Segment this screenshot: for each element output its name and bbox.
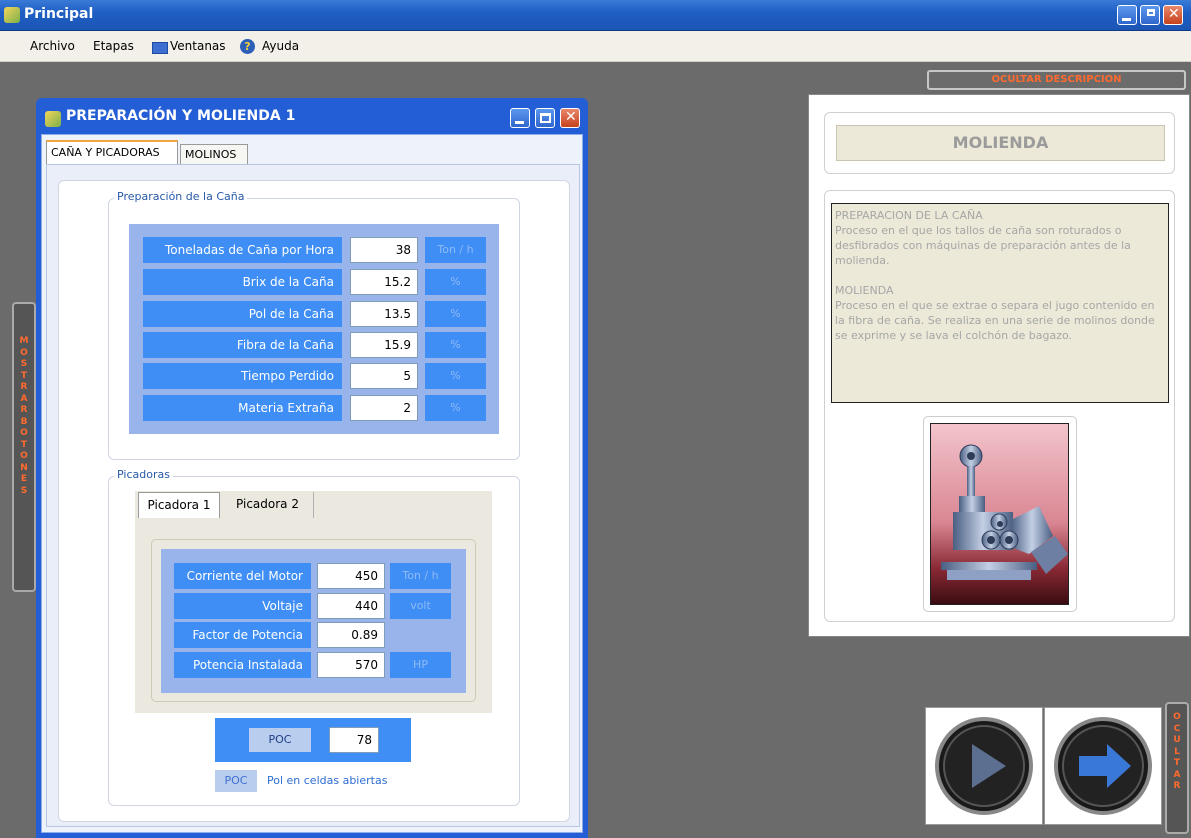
potencia-input[interactable]: 570 [317,652,385,678]
restore-icon [1147,9,1155,16]
poc-legend-tag: POC [215,770,257,792]
tiempo-unit: % [425,363,486,389]
materia-input[interactable]: 2 [350,395,418,421]
row-materia-label: Materia Extraña [143,395,342,421]
window-title: PREPARACIÓN Y MOLIENDA 1 [66,108,296,124]
molino-image [930,423,1069,605]
row-potencia-label: Potencia Instalada [174,652,311,678]
tiempo-input[interactable]: 5 [350,363,418,389]
row-toneladas-label: Toneladas de Caña por Hora [143,237,342,263]
poc-legend-text: Pol en celdas abiertas [267,774,388,787]
minimize-icon [515,121,524,124]
window-maximize-button[interactable] [535,108,555,128]
close-button[interactable]: ✕ [1163,5,1183,25]
menu-ventanas[interactable]: Ventanas [170,39,226,53]
toneladas-input[interactable]: 38 [350,237,418,263]
description-text-1: Proceso en el que los tallos de caña son… [835,224,1131,267]
description-title-2: MOLIENDA [835,284,894,297]
window-icon [152,42,168,54]
window-close-button[interactable]: ✕ [560,108,580,128]
close-icon: ✕ [1168,6,1180,22]
tab-picadora-1[interactable]: Picadora 1 [138,492,220,518]
menu-etapas[interactable]: Etapas [93,39,134,53]
play-button[interactable] [925,707,1043,825]
app-icon [4,7,20,23]
menu-bar: Archivo Etapas Ventanas ? Ayuda [0,31,1191,62]
row-pol-label: Pol de la Caña [143,301,342,327]
pol-unit: % [425,301,486,327]
minimize-icon [1122,18,1131,21]
toneladas-unit: Ton / h [425,237,486,263]
arrow-right-icon [1054,717,1152,815]
row-voltaje-label: Voltaje [174,593,311,619]
description-text-area: PREPARACION DE LA CAÑA Proceso en el que… [831,203,1169,403]
window-app-icon [45,111,61,127]
next-button[interactable] [1044,707,1162,825]
tab-cana-picadoras[interactable]: CAÑA Y PICADORAS [46,140,178,164]
materia-unit: % [425,395,486,421]
menu-archivo[interactable]: Archivo [30,39,75,53]
main-title-bar: Principal ✕ [0,0,1191,31]
menu-ayuda[interactable]: Ayuda [262,39,299,53]
ocultar-descripcion-button[interactable]: OCULTAR DESCRIPCION [927,70,1186,90]
maximize-icon [540,113,551,123]
preparacion-legend: Preparación de la Caña [114,190,248,203]
fibra-input[interactable]: 15.9 [350,332,418,358]
voltaje-input[interactable]: 440 [317,593,385,619]
row-tiempo-label: Tiempo Perdido [143,363,342,389]
restore-button[interactable] [1140,5,1160,25]
picadoras-legend: Picadoras [114,468,173,481]
fibra-unit: % [425,332,486,358]
ocultar-button[interactable]: OCULTAR [1165,702,1189,834]
close-icon: ✕ [565,109,577,125]
voltaje-unit: volt [390,593,451,619]
tab-picadora-2[interactable]: Picadora 2 [222,492,314,518]
window-minimize-button[interactable] [510,108,530,128]
corriente-unit: Ton / h [390,563,451,589]
play-icon [935,717,1033,815]
brix-unit: % [425,269,486,295]
pol-input[interactable]: 13.5 [350,301,418,327]
poc-panel [215,718,411,762]
poc-label: POC [249,728,311,752]
factor-input[interactable]: 0.89 [317,622,385,648]
tab-molinos[interactable]: MOLINOS [180,144,248,164]
app-title: Principal [24,6,94,22]
row-fibra-label: Fibra de la Caña [143,332,342,358]
minimize-button[interactable] [1117,5,1137,25]
potencia-unit: HP [390,652,451,678]
description-title-1: PREPARACION DE LA CAÑA [835,209,983,222]
row-corriente-label: Corriente del Motor [174,563,311,589]
row-brix-label: Brix de la Caña [143,269,342,295]
mostrar-botones-button[interactable]: MOSTRARBOTONES [12,302,36,592]
help-icon: ? [240,39,255,54]
corriente-input[interactable]: 450 [317,563,385,589]
molino-illustration [931,424,1068,604]
row-factor-label: Factor de Potencia [174,622,311,648]
description-heading: MOLIENDA [836,125,1165,161]
poc-input[interactable]: 78 [329,727,379,753]
description-text-2: Proceso en el que se extrae o separa el … [835,299,1155,342]
brix-input[interactable]: 15.2 [350,269,418,295]
